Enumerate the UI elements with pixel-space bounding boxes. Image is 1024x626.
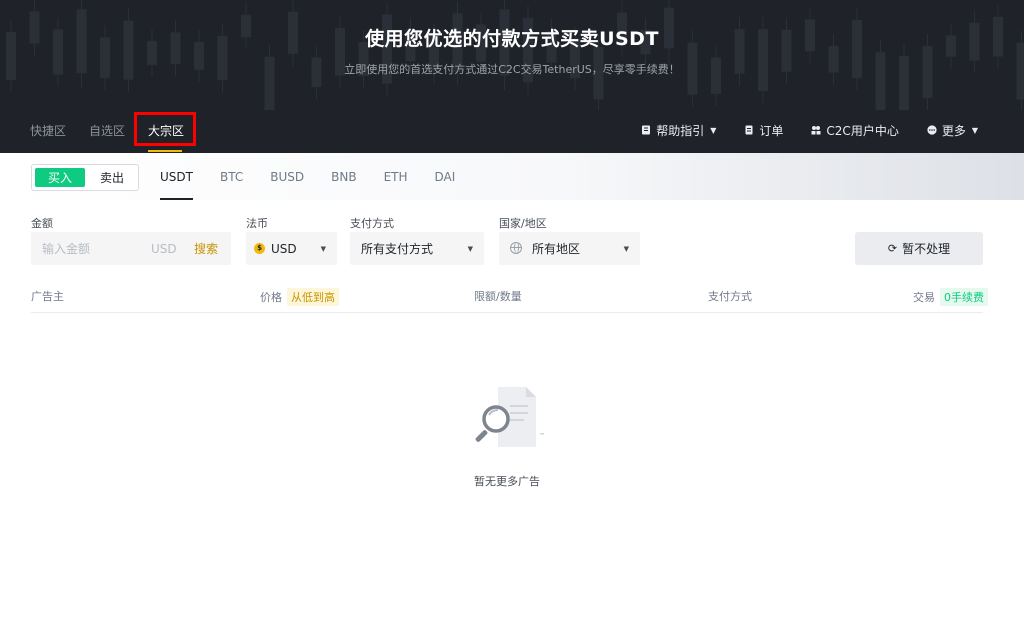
refresh-icon: ⟳ [887, 242, 898, 255]
amount-unit: USD [151, 241, 177, 256]
highlight-box [134, 112, 196, 146]
col-trade-label: 交易 [913, 291, 935, 304]
candlestick-background [6, 0, 1024, 110]
col-payment: 支付方式 [708, 288, 752, 304]
chevron-down-icon: ▼ [467, 244, 473, 253]
refresh-label: 暂不处理 [902, 242, 951, 256]
asset-bar: 买入 卖出 USDT BTC BUSD BNB ETH DAI [0, 153, 1024, 200]
col-limit: 限额/数量 [474, 288, 522, 304]
col-price[interactable]: 价格 从低到高 [260, 288, 339, 306]
search-button[interactable]: 搜索 [194, 240, 218, 257]
fiat-select[interactable]: $ USD ▼ [246, 232, 337, 265]
col-advertiser: 广告主 [31, 288, 64, 304]
chevron-down-icon: ▼ [710, 125, 717, 135]
tab-p2p-zone[interactable]: 自选区 [89, 122, 125, 139]
more-icon [927, 125, 937, 135]
no-results-icon [475, 387, 544, 447]
help-guide-menu[interactable]: 帮助指引 ▼ [641, 122, 716, 139]
asset-tab-usdt[interactable]: USDT [160, 153, 193, 200]
hero-title: 使用您优选的付款方式买卖USDT [365, 28, 659, 50]
globe-icon [510, 242, 522, 254]
dollar-coin-icon: $ [254, 243, 265, 254]
user-center-label: C2C用户中心 [826, 123, 899, 138]
empty-message: 暂无更多广告 [474, 475, 540, 488]
col-advertiser-label: 广告主 [31, 290, 64, 303]
col-payment-label: 支付方式 [708, 290, 752, 303]
table-header-divider [31, 312, 983, 313]
col-limit-label: 限额/数量 [474, 290, 522, 303]
orders-label: 订单 [759, 123, 784, 138]
active-tab-underline [148, 150, 182, 152]
price-sort-badge[interactable]: 从低到高 [287, 288, 339, 306]
help-guide-label: 帮助指引 [656, 123, 705, 138]
payment-value: 所有支付方式 [361, 242, 434, 256]
buy-button[interactable]: 买入 [35, 168, 85, 187]
asset-tab-bnb[interactable]: BNB [331, 153, 356, 200]
more-label: 更多 [941, 123, 966, 138]
amount-label: 金额 [31, 217, 53, 230]
refresh-button[interactable]: ⟳ 暂不处理 [855, 232, 983, 265]
amount-input[interactable]: 输入金额 USD 搜索 [31, 232, 231, 265]
payment-label: 支付方式 [350, 217, 394, 230]
chevron-down-icon: ▼ [623, 244, 629, 253]
col-trade: 交易 0手续费 [913, 288, 988, 306]
region-label: 国家/地区 [499, 217, 547, 230]
payment-select[interactable]: 所有支付方式 ▼ [350, 232, 484, 265]
fiat-label: 法币 [246, 217, 268, 230]
hero-subtitle: 立即使用您的首选支付方式通过C2C交易TetherUS，尽享零手续费！ [344, 63, 680, 76]
user-center-link[interactable]: C2C用户中心 [811, 122, 899, 139]
col-price-label: 价格 [260, 291, 282, 304]
region-value: 所有地区 [532, 242, 581, 256]
chevron-down-icon: ▼ [971, 125, 978, 135]
chevron-down-icon: ▼ [320, 244, 326, 253]
nav-right-menu: 帮助指引 ▼ 订单 C2C用户中心 更多 ▼ [613, 112, 978, 148]
more-menu[interactable]: 更多 ▼ [927, 122, 978, 139]
region-select[interactable]: 所有地区 ▼ [499, 232, 640, 265]
user-center-icon [811, 126, 821, 135]
asset-tabs: USDT BTC BUSD BNB ETH DAI [160, 153, 482, 200]
order-icon [745, 125, 753, 135]
amount-placeholder: 输入金额 [42, 242, 91, 256]
orders-link[interactable]: 订单 [744, 122, 783, 139]
zero-fee-badge: 0手续费 [940, 288, 988, 306]
asset-tab-dai[interactable]: DAI [435, 153, 456, 200]
fiat-value: USD [271, 241, 297, 256]
sell-button[interactable]: 卖出 [88, 168, 136, 187]
asset-tab-btc[interactable]: BTC [220, 153, 243, 200]
asset-tab-busd[interactable]: BUSD [270, 153, 304, 200]
help-guide-icon [642, 125, 651, 135]
asset-tab-eth[interactable]: ETH [384, 153, 408, 200]
tab-quick-zone[interactable]: 快捷区 [30, 122, 66, 139]
buy-sell-toggle: 买入 卖出 [31, 164, 139, 191]
